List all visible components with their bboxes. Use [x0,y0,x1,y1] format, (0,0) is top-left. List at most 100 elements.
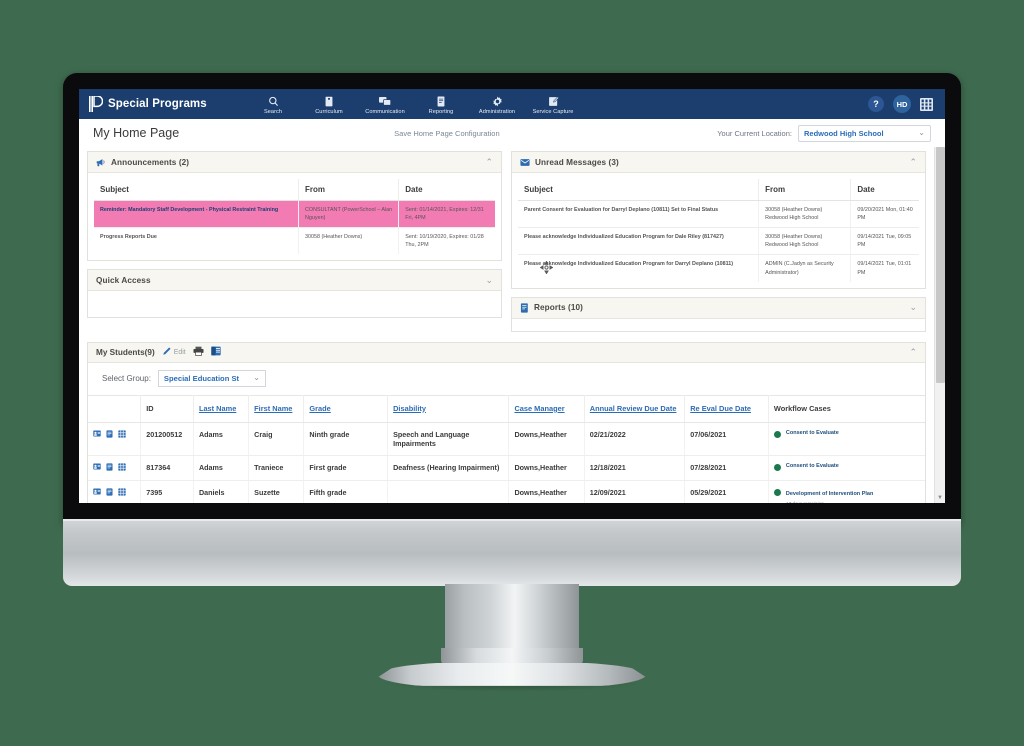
help-button[interactable]: ? [868,96,884,112]
table-row[interactable]: Please acknowledge Individualized Educat… [518,227,919,256]
select-group-value: Special Education St [163,373,240,383]
column-header-first-name[interactable]: First Name [248,394,305,423]
search-icon [268,95,279,107]
chevron-down-icon[interactable]: ⌄ [485,275,493,285]
table-row[interactable]: 201200512 Adams Craig Ninth grade Speech… [88,422,925,456]
student-last-name: Daniels [193,480,250,503]
column-header-disability[interactable]: Disability [387,394,510,423]
chevron-up-icon[interactable]: ⌃ [909,347,917,357]
nav-item-service-capture[interactable]: Service Capture [525,93,581,115]
column-header-grade[interactable]: Grade [303,394,389,423]
edit-button[interactable]: Edit [162,343,186,361]
table-row[interactable]: Please acknowledge Individualized Educat… [518,254,919,282]
select-group-label: Select Group: [102,373,151,383]
message-subject[interactable]: Please acknowledge Individualized Educat… [518,227,760,256]
chevron-down-icon: ⌄ [918,128,925,137]
printer-icon [193,343,204,361]
column-header-last-name[interactable]: Last Name [193,394,250,423]
column-header-date: Date [398,179,495,201]
announcements-header[interactable]: Announcements (2) ⌃ [88,152,501,173]
nav-item-administration[interactable]: Administration [469,93,525,115]
report-document-icon [520,303,529,313]
student-last-name: Adams [193,422,250,456]
students-table-body: 201200512 Adams Craig Ninth grade Speech… [88,422,925,503]
table-row[interactable]: Reminder: Mandatory Staff Development - … [94,200,495,229]
chevron-down-icon[interactable]: ⌄ [909,303,917,312]
announcement-subject[interactable]: Reminder: Mandatory Staff Development - … [94,200,299,229]
excel-export-icon [211,343,221,361]
column-header-row-actions [88,394,142,423]
student-id: 201200512 [140,422,194,456]
book-icon [324,95,334,107]
column-header-case-manager[interactable]: Case Manager [508,394,585,423]
announcements-title: Announcements (2) [111,157,190,167]
document-icon[interactable] [106,430,113,440]
reports-header[interactable]: Reports (10) ⌄ [512,297,925,319]
chat-bubbles-icon [379,95,391,107]
nav-right-actions: ? HD [868,95,945,113]
student-workflow-cases[interactable]: Consent to Evaluate [768,422,925,456]
grid-icon[interactable] [118,463,126,473]
announcements-table: Subject From Date Reminder: Mandatory St… [94,179,495,255]
print-button[interactable] [193,343,204,361]
page-title: My Home Page [93,126,180,140]
message-date: 09/14/2021 Tue, 01:01 PM [857,261,912,276]
monitor-chin [63,519,961,586]
current-location-value: Redwood High School [804,128,884,138]
nav-item-label: Search [263,108,283,115]
reports-panel: Reports (10) ⌄ [511,296,926,332]
student-workflow-cases[interactable]: Development of Intervention Plan 17 days… [768,480,925,503]
vertical-scrollbar[interactable]: ▼ [934,147,945,503]
nav-item-search[interactable]: Search [245,93,301,115]
nav-item-curriculum[interactable]: Curriculum [301,93,357,115]
message-subject[interactable]: Parent Consent for Evaluation for Darryl… [518,200,760,229]
grid-icon[interactable] [118,488,126,498]
reports-body [512,319,925,331]
scrollbar-thumb[interactable] [936,147,945,383]
unread-messages-body: Subject From Date Parent Consent for Eva… [512,173,925,288]
nav-item-communication[interactable]: Communication [357,93,413,115]
student-case-manager: Downs,Heather [508,455,585,481]
scroll-down-arrow-icon[interactable]: ▼ [937,495,943,501]
select-group-dropdown[interactable]: Special Education St ⌄ [157,369,266,387]
message-from: 30058 (Heather Downs) Redwood High Schoo… [758,227,852,256]
table-row[interactable]: Parent Consent for Evaluation for Darryl… [518,200,919,229]
grid-icon[interactable] [118,430,126,440]
announcements-body: Subject From Date Reminder: Mandatory St… [88,173,501,260]
quick-access-header[interactable]: Quick Access ⌄ [88,270,501,292]
current-location-select[interactable]: Redwood High School ⌄ [798,124,931,142]
document-icon[interactable] [106,463,113,473]
gear-icon [492,95,503,107]
save-home-page-configuration-link[interactable]: Save Home Page Configuration [394,129,499,138]
current-location-label: Your Current Location: [717,128,792,138]
message-from: 30058 (Heather Downs) Redwood High Schoo… [758,200,852,229]
table-header-row: ID Last Name First Name Grade Disability… [88,394,925,423]
avatar[interactable]: HD [893,95,911,113]
table-row[interactable]: 7395 Daniels Suzette Fifth grade Downs,H… [88,480,925,503]
document-icon[interactable] [106,488,113,498]
student-profile-icon[interactable] [93,488,101,497]
brand[interactable]: Special Programs [79,95,239,112]
workflow-name: Consent to Evaluate [785,462,839,469]
student-profile-icon[interactable] [93,463,101,472]
announcement-subject[interactable]: Progress Reports Due [94,227,299,255]
student-workflow-cases[interactable]: Consent to Evaluate [768,455,925,481]
student-id: 7395 [140,480,194,503]
chevron-up-icon[interactable]: ⌃ [909,157,917,167]
column-header-re-eval-due-date[interactable]: Re Eval Due Date [684,394,769,423]
column-header-subject: Subject [94,179,299,201]
student-disability: Deafness (Hearing Impairment) [387,455,510,481]
row-action-icons [88,455,142,481]
student-profile-icon[interactable] [93,430,101,439]
table-row[interactable]: Progress Reports Due 30058 (Heather Down… [94,227,495,255]
unread-messages-header[interactable]: Unread Messages (3) ⌃ [512,152,925,173]
excel-export-button[interactable] [211,343,221,361]
column-header-from: From [758,179,852,201]
brand-name: Special Programs [108,98,207,110]
chevron-up-icon[interactable]: ⌃ [485,157,493,167]
nav-item-reporting[interactable]: Reporting [413,93,469,115]
table-row[interactable]: 817364 Adams Traniece First grade Deafne… [88,455,925,481]
grid-apps-icon[interactable] [920,97,933,111]
column-header-annual-review-due-date[interactable]: Annual Review Due Date [584,394,686,423]
message-subject[interactable]: Please acknowledge Individualized Educat… [518,254,760,282]
